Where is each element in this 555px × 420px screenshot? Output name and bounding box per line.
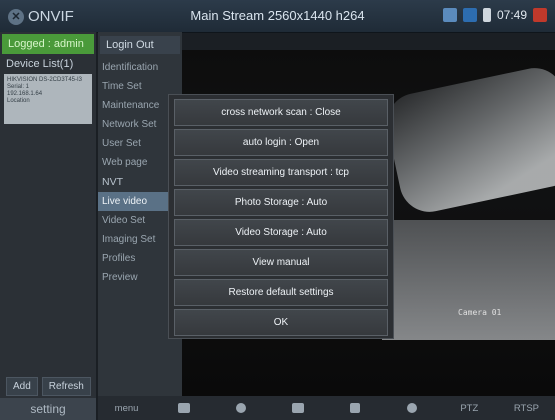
ptz-button[interactable]: PTZ (441, 403, 498, 414)
cross-network-scan-option[interactable]: cross network scan : Close (174, 99, 388, 126)
device-actions: Add Refresh (6, 377, 91, 396)
image-icon[interactable] (155, 403, 212, 413)
device-card[interactable]: HIKVISION DS-2CD3T45-I3 Serial: 1 192.16… (4, 74, 92, 124)
settings-dialog: cross network scan : Close auto login : … (168, 94, 394, 339)
view-manual-button[interactable]: View manual (174, 249, 388, 276)
device-list-header: Device List(1) (6, 58, 74, 70)
clock: 07:49 (496, 8, 527, 22)
setting-button[interactable]: setting (0, 398, 96, 420)
device-ip: 192.168.1.64 (7, 91, 43, 97)
camera-icon[interactable] (212, 403, 269, 413)
record-icon[interactable] (269, 403, 326, 413)
device-serial: Serial: 1 (7, 84, 30, 90)
storage-icon (442, 8, 457, 22)
photo-storage-option[interactable]: Photo Storage : Auto (174, 189, 388, 216)
volume-icon[interactable] (327, 403, 384, 413)
login-out-button[interactable]: Login Out (100, 36, 180, 54)
rtsp-button[interactable]: RTSP (498, 403, 555, 414)
restore-defaults-button[interactable]: Restore default settings (174, 279, 388, 306)
device-location: Location (7, 98, 30, 104)
menu-button[interactable]: menu (98, 403, 155, 414)
logged-status: Logged : admin (2, 34, 94, 54)
battery-icon (482, 8, 491, 22)
ok-button[interactable]: OK (174, 309, 388, 336)
camera-label: Camera 01 (458, 308, 502, 317)
network-icon (462, 8, 477, 22)
device-name: HIKVISION DS-2CD3T45-I3 (7, 77, 83, 83)
top-bar: ✕ ONVIF Main Stream 2560x1440 h264 07:49 (0, 0, 555, 33)
add-button[interactable]: Add (6, 377, 38, 396)
close-icon[interactable] (533, 8, 547, 22)
refresh-button[interactable]: Refresh (41, 377, 91, 396)
play-icon[interactable] (384, 403, 441, 413)
status-area: 07:49 (442, 8, 547, 22)
menu-item-identification[interactable]: Identification (98, 58, 182, 77)
video-storage-option[interactable]: Video Storage : Auto (174, 219, 388, 246)
auto-login-option[interactable]: auto login : Open (174, 129, 388, 156)
streaming-transport-option[interactable]: Video streaming transport : tcp (174, 159, 388, 186)
left-panel: Logged : admin Device List(1) HIKVISION … (0, 32, 97, 420)
bottom-toolbar: menu PTZ RTSP (98, 396, 555, 420)
